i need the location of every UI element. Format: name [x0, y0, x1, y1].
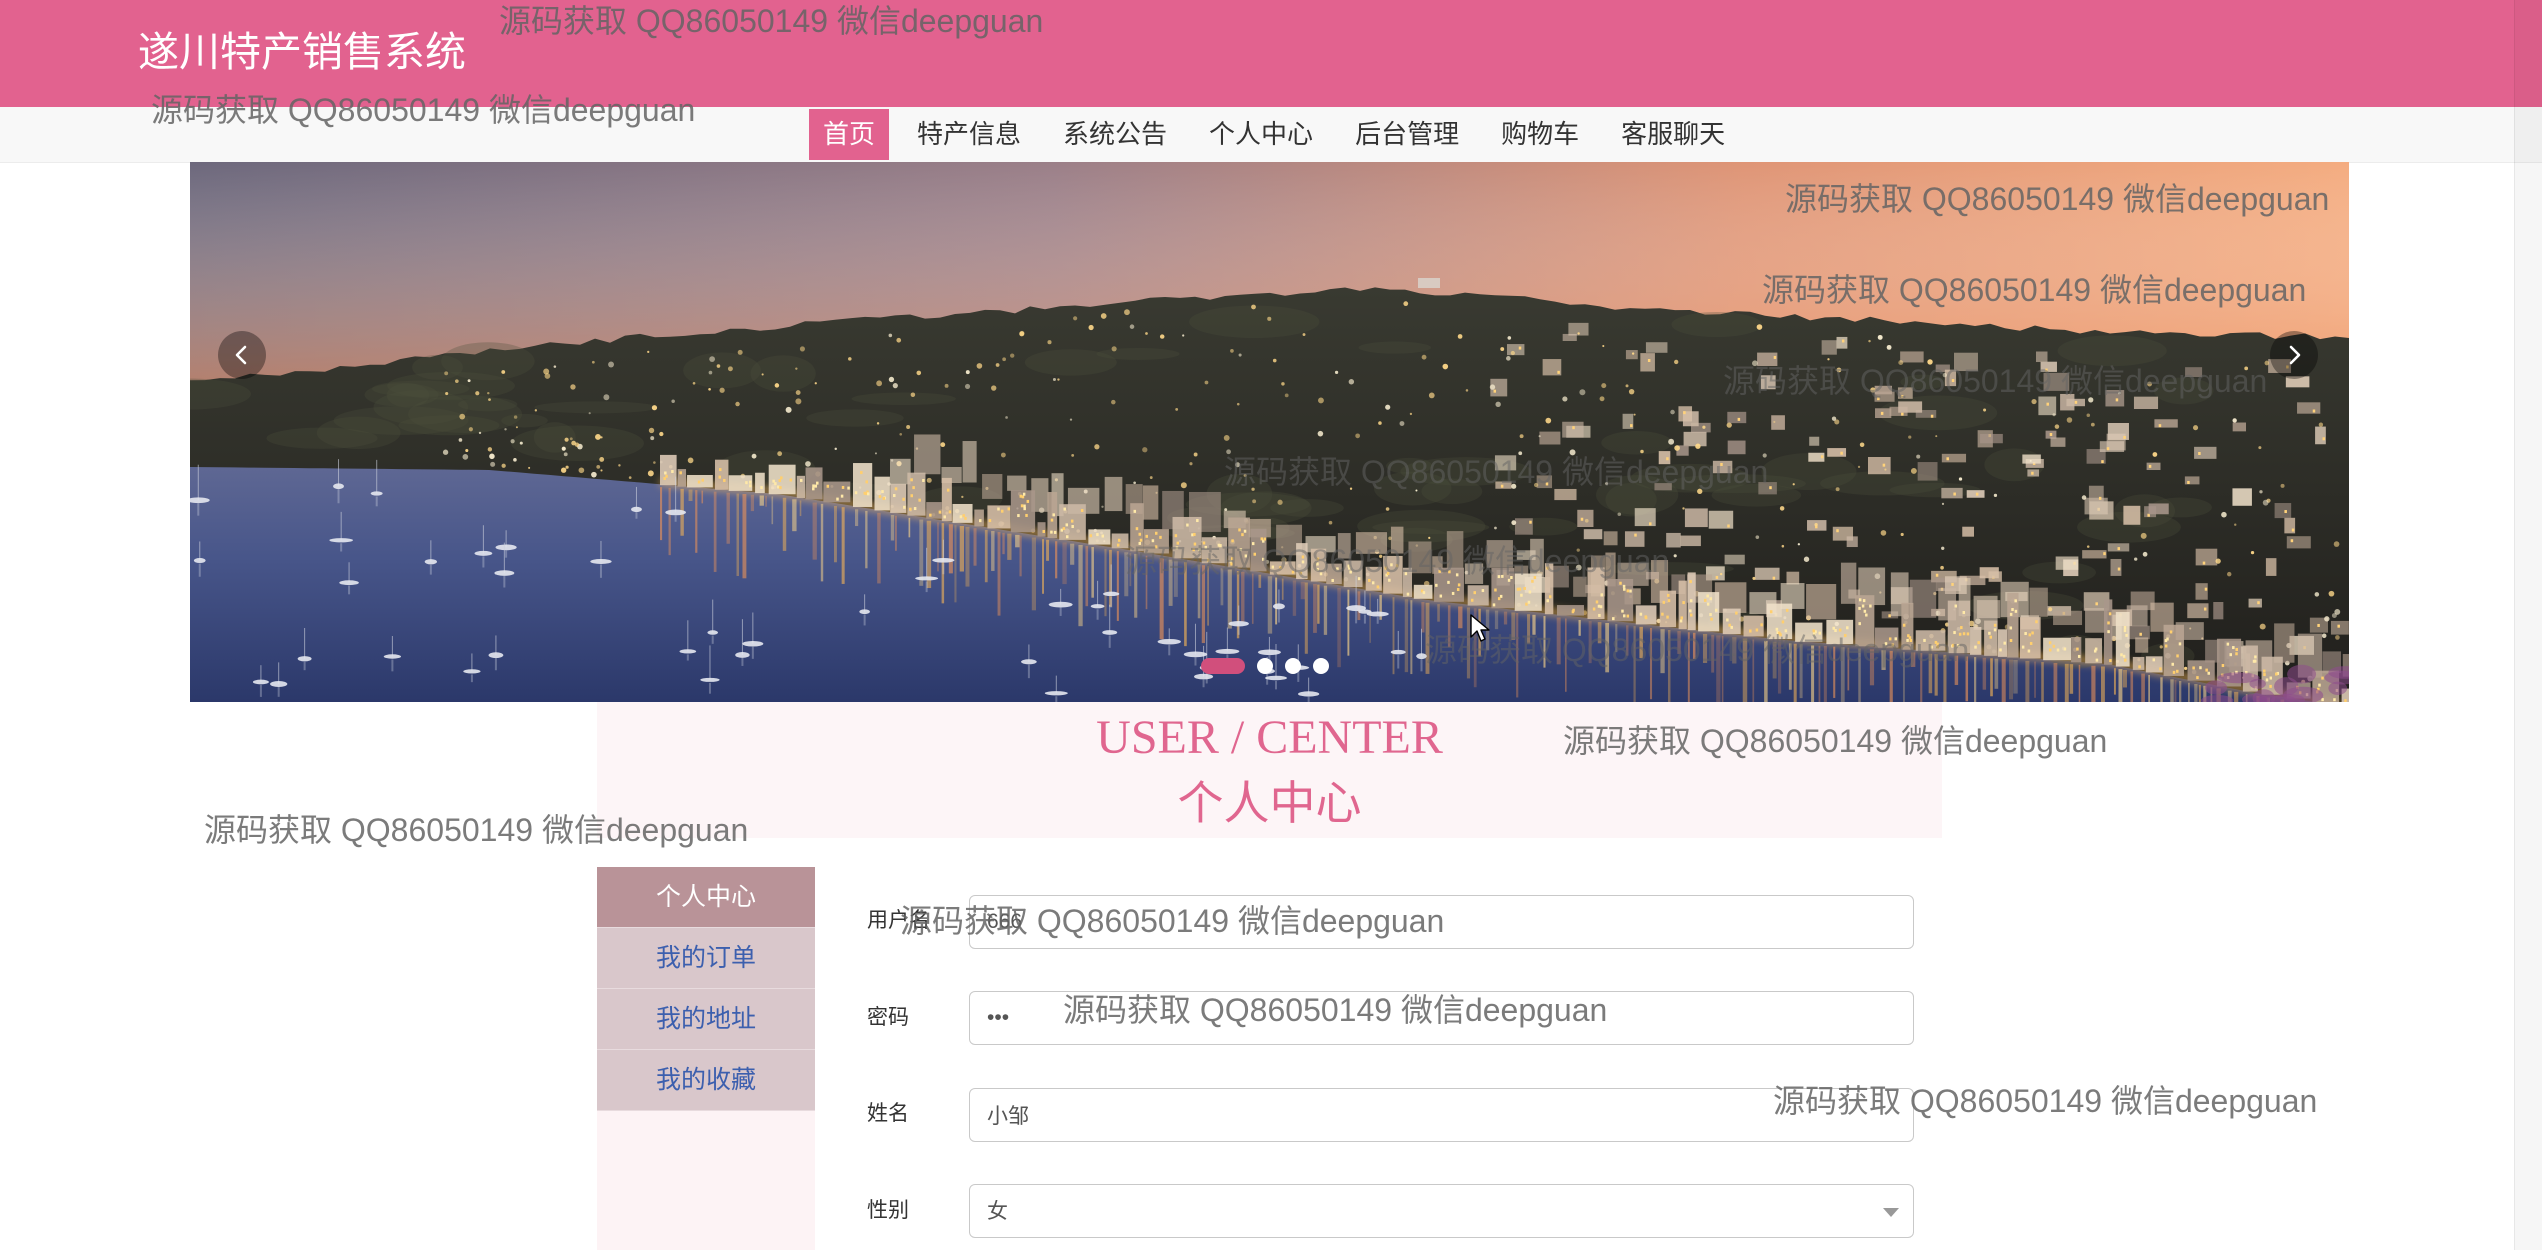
username-label: 用户名	[867, 909, 930, 932]
gender-select[interactable]: 女	[969, 1184, 1914, 1238]
password-field[interactable]	[969, 991, 1914, 1045]
nav-item-products[interactable]: 特产信息	[903, 109, 1035, 160]
sidebar-item-user-center[interactable]: 个人中心	[597, 867, 815, 928]
banner-carousel	[190, 162, 2349, 702]
name-field[interactable]	[969, 1088, 1914, 1142]
page-scrollbar[interactable]	[2514, 0, 2542, 1250]
carousel-indicator[interactable]	[1285, 658, 1301, 674]
chevron-right-icon	[2289, 345, 2301, 365]
name-label: 姓名	[867, 1102, 909, 1125]
top-header: 遂川特产销售系统	[0, 0, 2542, 107]
section-title-en: USER / CENTER	[1096, 711, 1443, 764]
carousel-next-button[interactable]	[2270, 331, 2318, 379]
carousel-indicator[interactable]	[1201, 658, 1245, 674]
nav-item-chat[interactable]: 客服聊天	[1607, 109, 1739, 160]
main-nav: 首页 特产信息 系统公告 个人中心 后台管理 购物车 客服聊天	[809, 109, 1753, 160]
carousel-indicator[interactable]	[1257, 658, 1273, 674]
carousel-indicators	[1201, 658, 1329, 674]
password-label: 密码	[867, 1006, 909, 1029]
section-title-cn: 个人中心	[1177, 776, 1362, 830]
carousel-indicator[interactable]	[1313, 658, 1329, 674]
gender-label: 性别	[867, 1199, 909, 1222]
user-sidebar: 个人中心 我的订单 我的地址 我的收藏	[597, 867, 815, 1250]
app-title[interactable]: 遂川特产销售系统	[138, 28, 466, 76]
banner-image	[190, 162, 2349, 702]
sidebar-item-favorites[interactable]: 我的收藏	[597, 1050, 815, 1111]
nav-item-admin[interactable]: 后台管理	[1341, 109, 1473, 160]
nav-item-cart[interactable]: 购物车	[1487, 109, 1593, 160]
nav-item-user-center[interactable]: 个人中心	[1195, 109, 1327, 160]
sidebar-item-orders[interactable]: 我的订单	[597, 928, 815, 989]
username-field[interactable]	[969, 895, 1914, 949]
chevron-left-icon	[235, 345, 247, 365]
nav-item-home[interactable]: 首页	[809, 109, 890, 160]
carousel-prev-button[interactable]	[218, 331, 266, 379]
nav-bar: 首页 特产信息 系统公告 个人中心 后台管理 购物车 客服聊天	[0, 107, 2542, 163]
section-heading: USER / CENTER 个人中心	[597, 702, 1942, 838]
nav-item-announcements[interactable]: 系统公告	[1049, 109, 1181, 160]
sidebar-item-addresses[interactable]: 我的地址	[597, 989, 815, 1050]
